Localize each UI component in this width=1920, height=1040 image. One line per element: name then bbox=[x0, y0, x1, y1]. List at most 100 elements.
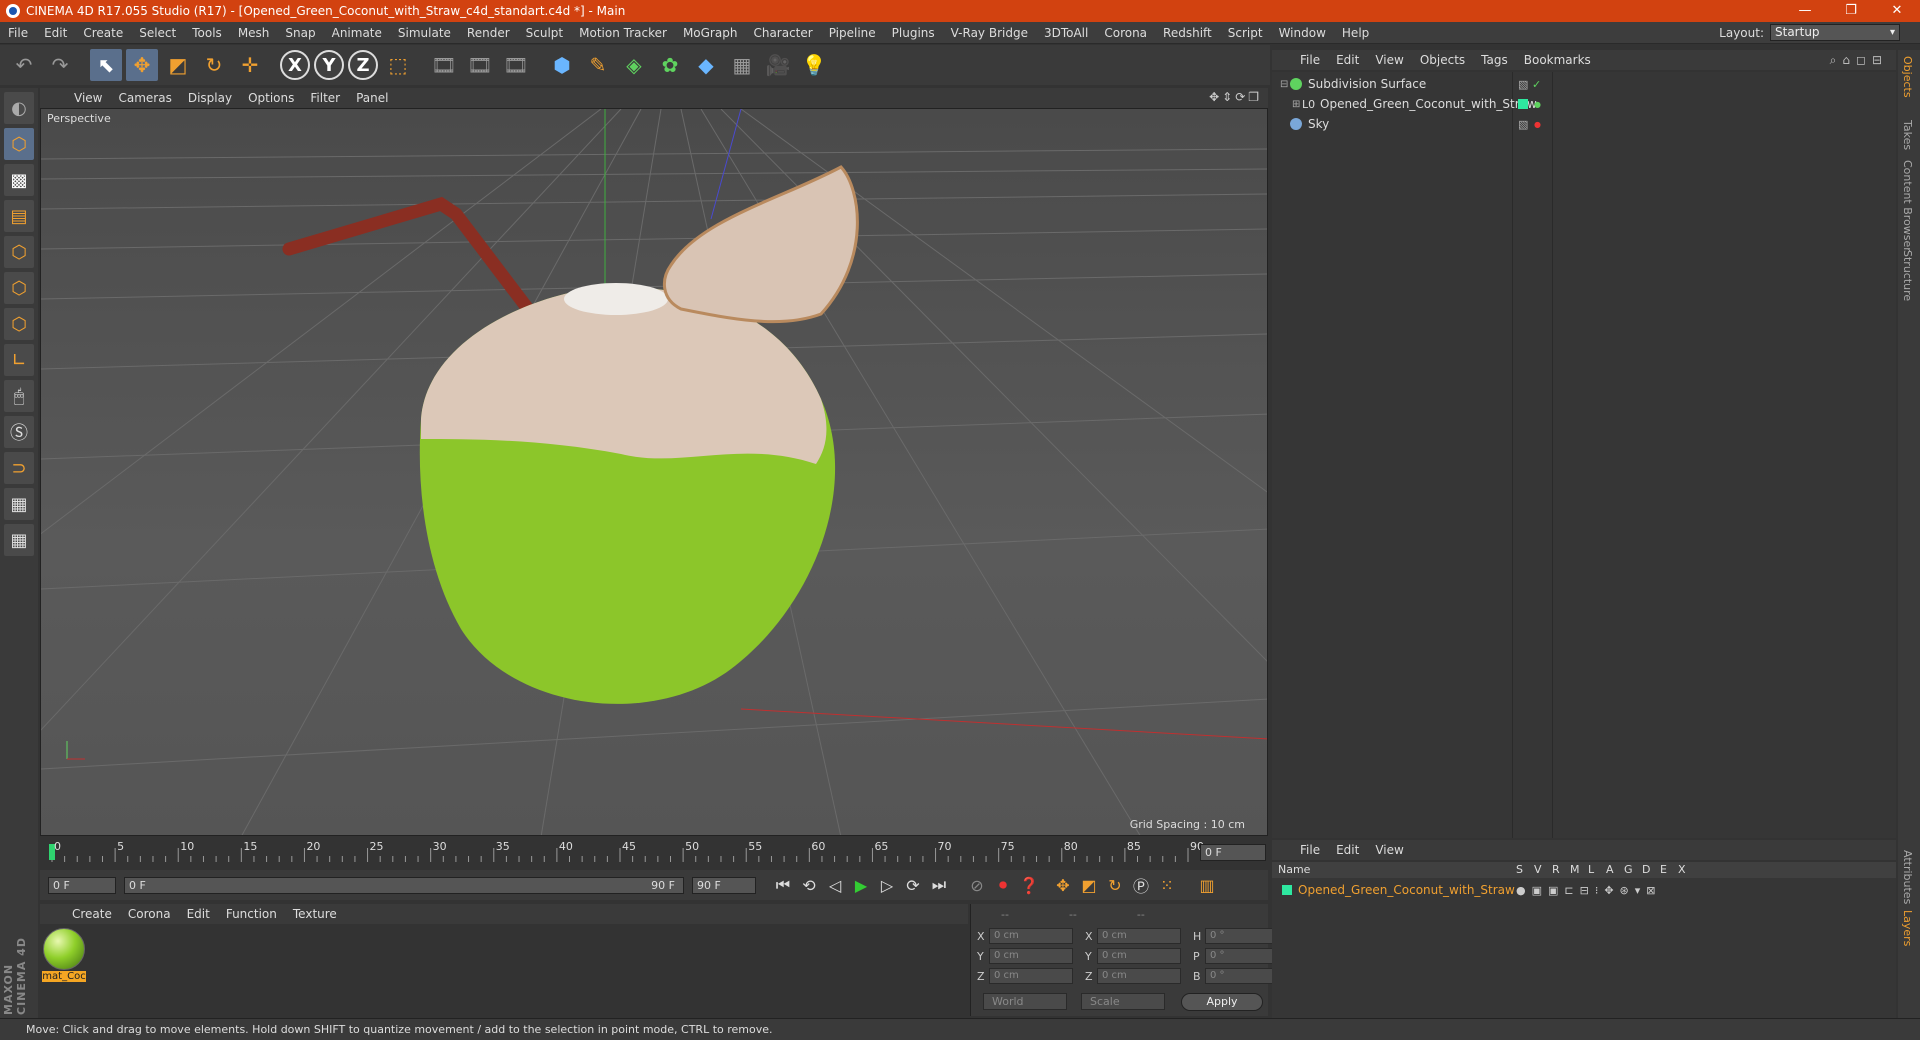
viewport-menu-options[interactable]: Options bbox=[240, 91, 302, 105]
expand-icon[interactable]: ⊞ bbox=[1292, 99, 1302, 110]
object-menu-tags[interactable]: Tags bbox=[1473, 53, 1516, 67]
size-mode-select[interactable]: Scale bbox=[1081, 993, 1165, 1010]
apply-button[interactable]: Apply bbox=[1181, 993, 1263, 1011]
pen-spline-icon[interactable]: ✎ bbox=[582, 49, 614, 81]
size-x-field[interactable]: 0 cm bbox=[1097, 928, 1181, 944]
size-y-field[interactable]: 0 cm bbox=[1097, 948, 1181, 964]
move-tool-icon[interactable]: ✥ bbox=[126, 49, 158, 81]
material-menu-edit[interactable]: Edit bbox=[179, 907, 218, 921]
make-editable-icon[interactable]: ◐ bbox=[4, 92, 34, 124]
viewport-menu-view[interactable]: View bbox=[66, 91, 110, 105]
menu-animate[interactable]: Animate bbox=[324, 22, 390, 44]
menu-window[interactable]: Window bbox=[1271, 22, 1334, 44]
next-key-icon[interactable]: ⟳ bbox=[900, 872, 926, 898]
snap-icon[interactable]: ⊃ bbox=[4, 452, 34, 484]
close-button[interactable]: ✕ bbox=[1874, 0, 1920, 22]
restore-button[interactable]: ❐ bbox=[1828, 0, 1874, 22]
layer-menu-file[interactable]: File bbox=[1292, 843, 1328, 857]
expand-icon[interactable]: ⊟ bbox=[1280, 79, 1290, 90]
previous-frame-icon[interactable]: ◁ bbox=[822, 872, 848, 898]
position-z-field[interactable]: 0 cm bbox=[989, 968, 1073, 984]
go-to-start-icon[interactable]: ⏮ bbox=[770, 872, 796, 898]
menu-select[interactable]: Select bbox=[131, 22, 184, 44]
viewport-menu-display[interactable]: Display bbox=[180, 91, 240, 105]
layer-color-swatch[interactable] bbox=[1282, 885, 1292, 895]
timeline-window-icon[interactable]: ▥ bbox=[1194, 872, 1220, 898]
recent-tools-icon[interactable]: ✛ bbox=[234, 49, 266, 81]
key-scale-icon[interactable]: ◩ bbox=[1076, 872, 1102, 898]
go-to-end-icon[interactable]: ⏭ bbox=[926, 872, 952, 898]
object-menu-edit[interactable]: Edit bbox=[1328, 53, 1367, 67]
undo-icon[interactable]: ↶ bbox=[8, 49, 40, 81]
material-menu-function[interactable]: Function bbox=[218, 907, 285, 921]
object-menu-file[interactable]: File bbox=[1292, 53, 1328, 67]
camera-icon[interactable]: 🎥 bbox=[762, 49, 794, 81]
deformer-icon[interactable]: ◆ bbox=[690, 49, 722, 81]
menu-character[interactable]: Character bbox=[745, 22, 820, 44]
texture-mode-icon[interactable]: ▩ bbox=[4, 164, 34, 196]
tab-attributes[interactable]: Attributes bbox=[1901, 850, 1914, 904]
edit-render-settings-icon[interactable]: 🎞 bbox=[500, 49, 532, 81]
menu-motion-tracker[interactable]: Motion Tracker bbox=[571, 22, 675, 44]
viewport-menu-cameras[interactable]: Cameras bbox=[110, 91, 179, 105]
solo-mode-icon[interactable]: Ⓢ bbox=[4, 416, 34, 448]
position-x-field[interactable]: 0 cm bbox=[989, 928, 1073, 944]
menu-3dtoall[interactable]: 3DToAll bbox=[1036, 22, 1096, 44]
menu-sculpt[interactable]: Sculpt bbox=[518, 22, 571, 44]
layer-menu-edit[interactable]: Edit bbox=[1328, 843, 1367, 857]
frame-range-slider[interactable]: 0 F 90 F bbox=[124, 876, 684, 894]
object-menu-bookmarks[interactable]: Bookmarks bbox=[1516, 53, 1599, 67]
position-y-field[interactable]: 0 cm bbox=[989, 948, 1073, 964]
y-axis-lock-button[interactable]: Y bbox=[314, 50, 344, 80]
points-mode-icon[interactable]: ⬡ bbox=[4, 236, 34, 268]
current-frame-field[interactable]: 0 F bbox=[1200, 844, 1266, 861]
menu-help[interactable]: Help bbox=[1334, 22, 1377, 44]
menu-corona[interactable]: Corona bbox=[1096, 22, 1155, 44]
object-row-sky[interactable]: Sky ▧ ● bbox=[1272, 114, 1896, 134]
x-axis-lock-button[interactable]: X bbox=[280, 50, 310, 80]
menu-redshift[interactable]: Redshift bbox=[1155, 22, 1220, 44]
menu-pipeline[interactable]: Pipeline bbox=[821, 22, 884, 44]
layer-color-icon[interactable] bbox=[1518, 99, 1528, 109]
play-icon[interactable]: ▶ bbox=[848, 872, 874, 898]
render-view-icon[interactable]: 🎞 bbox=[428, 49, 460, 81]
size-z-field[interactable]: 0 cm bbox=[1097, 968, 1181, 984]
menu-create[interactable]: Create bbox=[75, 22, 131, 44]
scale-tool-icon[interactable]: ◩ bbox=[162, 49, 194, 81]
coordinate-space-select[interactable]: World bbox=[983, 993, 1067, 1010]
edges-mode-icon[interactable]: ⬡ bbox=[4, 272, 34, 304]
layer-menu-view[interactable]: View bbox=[1367, 843, 1411, 857]
layer-tag-icon[interactable]: ▧ bbox=[1518, 118, 1528, 131]
key-rotation-icon[interactable]: ↻ bbox=[1102, 872, 1128, 898]
menu-mograph[interactable]: MoGraph bbox=[675, 22, 746, 44]
visibility-dots-icon[interactable]: ● bbox=[1534, 100, 1541, 109]
object-row-coconut[interactable]: ⊞ L0 Opened_Green_Coconut_with_Straw ● bbox=[1272, 94, 1896, 114]
rotate-tool-icon[interactable]: ↻ bbox=[198, 49, 230, 81]
timeline-ruler[interactable]: 0 5 10 15 20 25 30 35 40 45 50 55 60 65 70 75 80 85 90 bbox=[40, 840, 1268, 866]
tweak-mode-icon[interactable]: 🖱 bbox=[4, 380, 34, 412]
record-active-objects-icon[interactable]: ⏺ bbox=[990, 872, 1016, 898]
next-frame-icon[interactable]: ▷ bbox=[874, 872, 900, 898]
workplane-lock-icon[interactable]: ▦ bbox=[4, 488, 34, 520]
object-row-subdivision-surface[interactable]: ⊟ Subdivision Surface ▧ ✓ bbox=[1272, 74, 1896, 94]
model-mode-icon[interactable]: ⬡ bbox=[4, 128, 34, 160]
visibility-dots-icon[interactable]: ● bbox=[1534, 120, 1541, 129]
viewport-nav-icons[interactable]: ✥⇕⟳❐ bbox=[1209, 90, 1262, 104]
tab-takes[interactable]: Takes bbox=[1901, 120, 1914, 150]
menu-vray-bridge[interactable]: V-Ray Bridge bbox=[943, 22, 1036, 44]
material-menu-texture[interactable]: Texture bbox=[285, 907, 345, 921]
tab-objects[interactable]: Objects bbox=[1901, 56, 1914, 98]
floor-icon[interactable]: ▦ bbox=[726, 49, 758, 81]
motion-recording-icon[interactable]: ⊘ bbox=[964, 872, 990, 898]
tab-structure[interactable]: Structure bbox=[1901, 250, 1914, 301]
subdivision-surface-icon[interactable]: ◈ bbox=[618, 49, 650, 81]
layer-tag-icon[interactable]: ▧ bbox=[1518, 78, 1528, 91]
material-swatch[interactable]: mat_Coc bbox=[42, 926, 86, 984]
end-frame-field[interactable]: 90 F bbox=[692, 876, 756, 894]
z-axis-lock-button[interactable]: Z bbox=[348, 50, 378, 80]
menu-simulate[interactable]: Simulate bbox=[390, 22, 459, 44]
menu-plugins[interactable]: Plugins bbox=[884, 22, 943, 44]
cube-object-icon[interactable]: ⬢ bbox=[546, 49, 578, 81]
menu-edit[interactable]: Edit bbox=[36, 22, 75, 44]
render-picture-viewer-icon[interactable]: 🎞 bbox=[464, 49, 496, 81]
